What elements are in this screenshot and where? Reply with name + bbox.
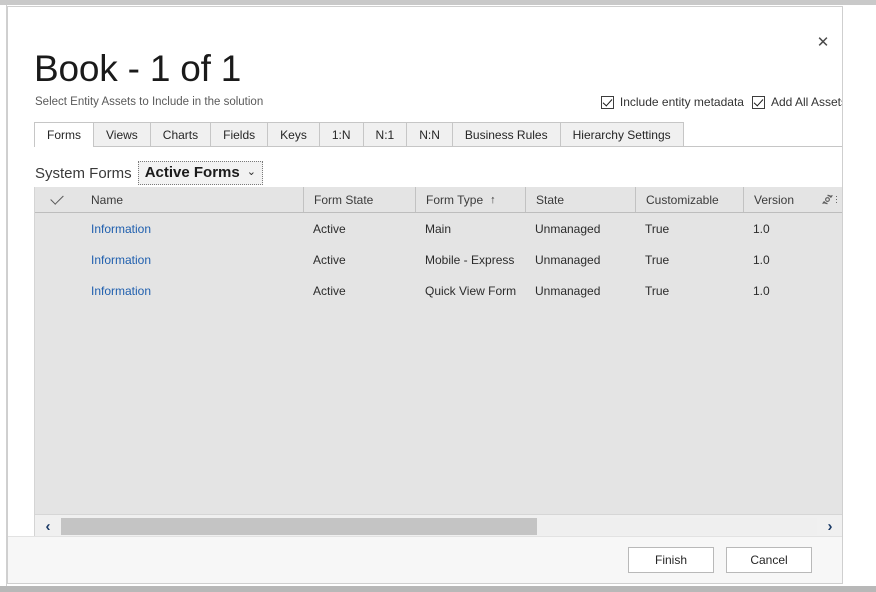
tab-business-rules[interactable]: Business Rules bbox=[452, 122, 561, 146]
page-subtitle: Select Entity Assets to Include in the s… bbox=[35, 96, 263, 108]
grid-body: InformationActiveMainUnmanagedTrue1.0A f… bbox=[35, 213, 843, 509]
tab-bar: FormsViewsChartsFieldsKeys1:NN:1N:NBusin… bbox=[34, 122, 843, 147]
add-all-assets-label: Add All Assets bbox=[771, 95, 843, 109]
sort-ascending-icon: ↑ bbox=[490, 194, 496, 206]
screen: ✕ Book - 1 of 1 Select Entity Assets to … bbox=[0, 0, 876, 592]
table-row[interactable]: InformationActiveQuick View FormUnmanage… bbox=[35, 275, 843, 306]
table-row[interactable]: InformationActiveMobile - ExpressUnmanag… bbox=[35, 244, 843, 275]
tab-n-1[interactable]: N:1 bbox=[363, 122, 408, 146]
tab-keys[interactable]: Keys bbox=[267, 122, 320, 146]
cell-version: 1.0 bbox=[743, 244, 841, 275]
tab-charts[interactable]: Charts bbox=[150, 122, 211, 146]
scroll-left-arrow-icon[interactable]: ‹ bbox=[35, 515, 61, 538]
tab-fields[interactable]: Fields bbox=[210, 122, 268, 146]
tab-forms[interactable]: Forms bbox=[34, 122, 94, 147]
cell-form-type: Main bbox=[415, 213, 525, 244]
cell-form-state: Active bbox=[303, 244, 415, 275]
page-bottom-chrome bbox=[0, 586, 876, 592]
add-all-assets-checkbox[interactable]: Add All Assets bbox=[752, 95, 843, 109]
select-all-checkmark-icon[interactable] bbox=[43, 187, 71, 212]
cell-state: Unmanaged bbox=[525, 275, 635, 306]
checkbox-box[interactable] bbox=[752, 96, 765, 109]
tab-1-n[interactable]: 1:N bbox=[319, 122, 364, 146]
column-header-label: Version bbox=[754, 193, 794, 207]
include-entity-metadata-checkbox[interactable]: Include entity metadata bbox=[601, 95, 744, 109]
scrollbar-track[interactable] bbox=[61, 518, 817, 535]
cell-version: 1.0 bbox=[743, 213, 841, 244]
finish-button[interactable]: Finish bbox=[628, 547, 714, 573]
cell-form-type: Quick View Form bbox=[415, 275, 525, 306]
solution-component-dialog: ✕ Book - 1 of 1 Select Entity Assets to … bbox=[7, 6, 843, 584]
cell-version: 1.0 bbox=[743, 275, 841, 306]
dialog-footer: Finish Cancel bbox=[8, 536, 842, 583]
column-header-state[interactable]: State bbox=[525, 187, 635, 212]
tab-views[interactable]: Views bbox=[93, 122, 151, 146]
page-title: Book - 1 of 1 bbox=[34, 48, 241, 90]
cell-name[interactable]: Information bbox=[81, 244, 303, 275]
page-left-chrome bbox=[0, 5, 7, 592]
grid-header-row: Name Form State Form Type ↑ State Customizabl… bbox=[35, 187, 843, 213]
cell-name[interactable]: Information bbox=[81, 275, 303, 306]
column-header-label: Customizable bbox=[646, 193, 719, 207]
active-forms-dropdown[interactable]: Active Forms ⌄ bbox=[138, 161, 263, 185]
scroll-right-arrow-icon[interactable]: › bbox=[817, 515, 843, 538]
cell-customizable: True bbox=[635, 275, 743, 306]
checkmark-glyph bbox=[50, 191, 63, 204]
cell-state: Unmanaged bbox=[525, 213, 635, 244]
column-header-label: State bbox=[536, 193, 564, 207]
cell-customizable: True bbox=[635, 244, 743, 275]
close-icon[interactable]: ✕ bbox=[806, 27, 840, 57]
tab-hierarchy-settings[interactable]: Hierarchy Settings bbox=[560, 122, 684, 146]
options-row: Include entity metadata Add All Assets bbox=[601, 95, 843, 109]
system-forms-label: System Forms bbox=[35, 165, 132, 182]
cell-form-type: Mobile - Express bbox=[415, 244, 525, 275]
cell-form-state: Active bbox=[303, 275, 415, 306]
active-forms-value: Active Forms bbox=[145, 164, 240, 181]
cell-description: A fo bbox=[841, 213, 843, 244]
column-header-form-state[interactable]: Form State bbox=[303, 187, 415, 212]
column-header-version[interactable]: Version bbox=[743, 187, 841, 212]
checkbox-box[interactable] bbox=[601, 96, 614, 109]
cell-form-state: Active bbox=[303, 213, 415, 244]
column-header-label: Form Type bbox=[426, 193, 483, 207]
tab-n-n[interactable]: N:N bbox=[406, 122, 453, 146]
forms-grid: Name Form State Form Type ↑ State Customizabl… bbox=[34, 187, 843, 539]
column-header-label: Name bbox=[91, 193, 123, 207]
include-entity-metadata-label: Include entity metadata bbox=[620, 95, 744, 109]
cancel-button[interactable]: Cancel bbox=[726, 547, 812, 573]
system-forms-filter: System Forms Active Forms ⌄ bbox=[35, 161, 263, 185]
cell-name[interactable]: Information bbox=[81, 213, 303, 244]
page-top-chrome bbox=[0, 0, 876, 5]
cell-description bbox=[841, 275, 843, 306]
cell-description: This bbox=[841, 244, 843, 275]
cell-customizable: True bbox=[635, 213, 743, 244]
horizontal-scrollbar[interactable]: ‹ › bbox=[35, 514, 843, 538]
column-header-label: Form State bbox=[314, 193, 373, 207]
chevron-down-icon: ⌄ bbox=[247, 167, 256, 178]
column-header-form-type[interactable]: Form Type ↑ bbox=[415, 187, 525, 212]
table-row[interactable]: InformationActiveMainUnmanagedTrue1.0A f… bbox=[35, 213, 843, 244]
column-header-customizable[interactable]: Customizable bbox=[635, 187, 743, 212]
cell-state: Unmanaged bbox=[525, 244, 635, 275]
scrollbar-thumb[interactable] bbox=[61, 518, 537, 535]
column-header-name[interactable]: Name bbox=[81, 187, 303, 212]
